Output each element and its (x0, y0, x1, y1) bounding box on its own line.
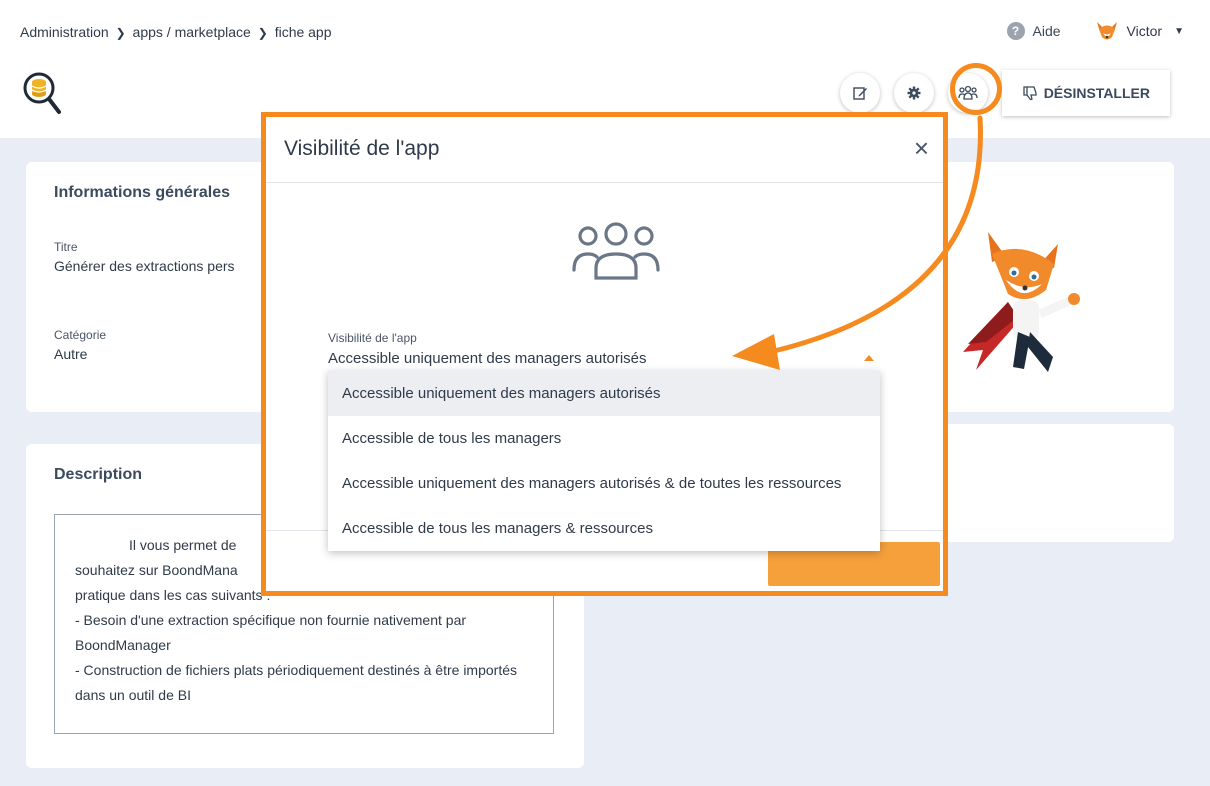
uninstall-button[interactable]: DÉSINSTALLER (1001, 70, 1170, 116)
settings-button[interactable] (893, 73, 934, 113)
help-icon: ? (1006, 22, 1025, 40)
visibility-dropdown: Accessible uniquement des managers autor… (328, 371, 880, 551)
side-card (920, 424, 1174, 542)
user-menu[interactable]: Victor ▼ (1095, 20, 1184, 42)
edit-button[interactable] (839, 73, 880, 113)
breadcrumb-administration[interactable]: Administration (20, 24, 109, 40)
description-line: - Construction de fichiers plats périodi… (75, 662, 517, 703)
help-link[interactable]: ? Aide (1006, 22, 1061, 40)
description-line: - Besoin d'une extraction spécifique non… (75, 612, 467, 653)
description-title: Description (54, 466, 143, 483)
visibility-select[interactable]: Accessible uniquement des managers autor… (328, 347, 880, 373)
fox-avatar-icon (1096, 22, 1117, 40)
breadcrumb-marketplace[interactable]: apps / marketplace (133, 24, 251, 40)
database-search-icon (23, 72, 61, 114)
visibility-field-label: Visibilité de l'app (328, 331, 417, 345)
visibility-modal: Visibilité de l'app × Visibilité de l'ap… (261, 112, 948, 596)
thumbs-down-icon (1023, 86, 1037, 101)
dropdown-option[interactable]: Accessible uniquement des managers autor… (328, 371, 880, 416)
title-field-value: Générer des extractions pers (54, 258, 235, 274)
category-field-label: Catégorie (54, 328, 107, 342)
breadcrumb-separator-icon: ❯ (257, 26, 268, 40)
dropdown-option[interactable]: Accessible de tous les managers (328, 416, 880, 461)
dropdown-option[interactable]: Accessible de tous les managers & ressou… (328, 506, 880, 551)
modal-title: Visibilité de l'app (284, 137, 440, 160)
fox-mascot-icon (963, 232, 1080, 372)
app-toolbar: DÉSINSTALLER (839, 70, 1170, 116)
breadcrumb: Administration ❯ apps / marketplace ❯ fi… (20, 24, 332, 40)
title-field-label: Titre (54, 240, 78, 254)
modal-header: Visibilité de l'app × (266, 117, 943, 183)
chevron-down-icon: ▼ (1174, 25, 1184, 37)
category-field-value: Autre (54, 346, 88, 362)
breadcrumb-separator-icon: ❯ (115, 26, 126, 40)
edit-icon (852, 87, 867, 100)
help-label: Aide (1032, 23, 1061, 39)
users-group-icon (572, 222, 660, 280)
uninstall-label: DÉSINSTALLER (1043, 85, 1150, 101)
close-icon[interactable]: × (914, 135, 929, 161)
breadcrumb-current: fiche app (274, 24, 332, 40)
caret-up-icon (864, 355, 874, 361)
header-right: ? Aide Victor ▼ (1006, 20, 1184, 42)
general-info-title: Informations générales (54, 184, 231, 201)
visibility-selected-value: Accessible uniquement des managers autor… (328, 350, 647, 367)
gear-icon (907, 86, 921, 100)
dropdown-option[interactable]: Accessible uniquement des managers autor… (328, 461, 880, 506)
user-name: Victor (1126, 23, 1163, 39)
highlight-ring (950, 63, 1002, 115)
